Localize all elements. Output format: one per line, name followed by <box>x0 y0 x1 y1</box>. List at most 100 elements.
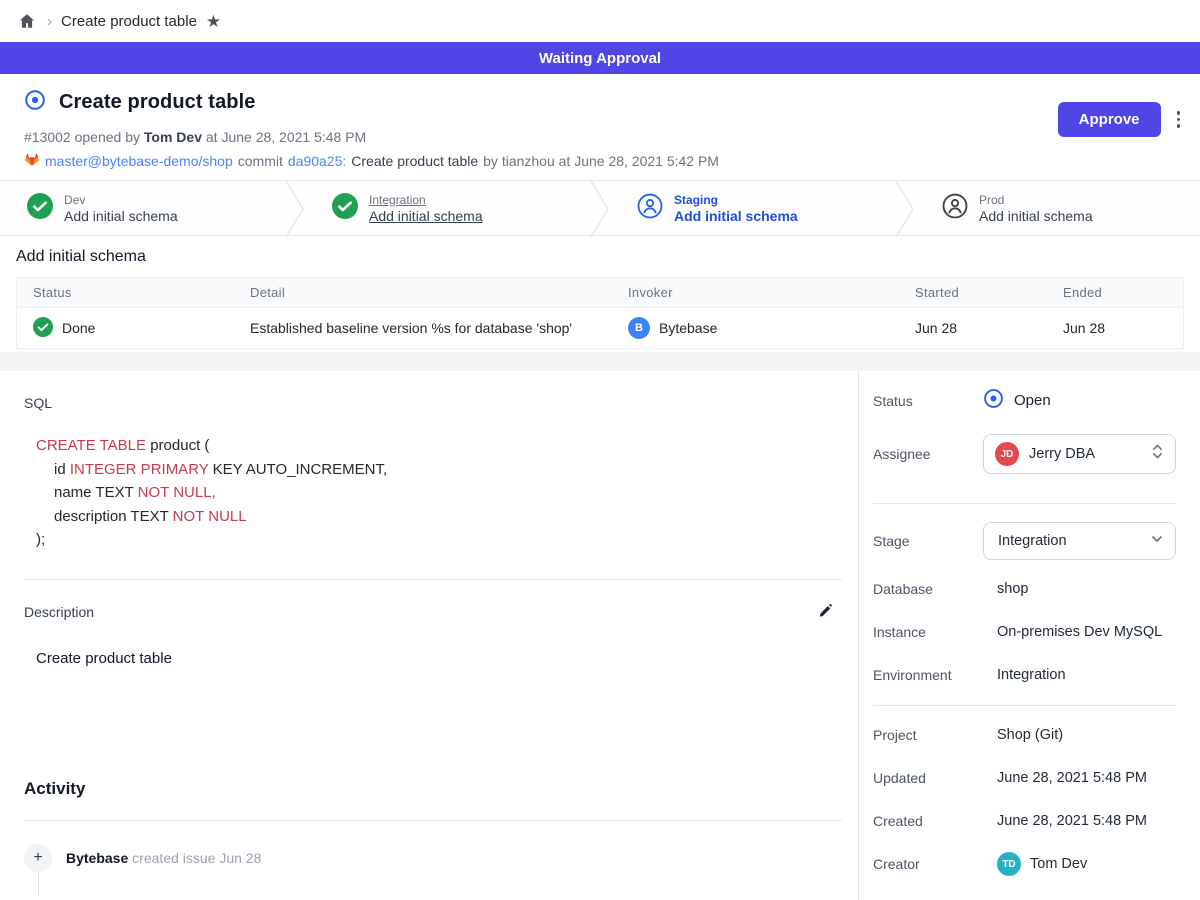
more-actions-icon[interactable] <box>1173 107 1185 132</box>
branch-link[interactable]: master@bytebase-demo/shop <box>45 153 233 169</box>
commit-message: Create product table <box>351 153 478 169</box>
breadcrumb-separator-icon: › <box>47 13 52 30</box>
sql-token: name TEXT <box>54 484 138 501</box>
col-status: Status <box>17 285 234 300</box>
avatar: TD <box>997 852 1021 876</box>
activity-item: + Bytebase created issue Jun 28 <box>24 844 842 872</box>
created-value: June 28, 2021 5:48 PM <box>983 813 1176 829</box>
commit-row: master@bytebase-demo/shop commit da90a25… <box>24 152 1184 170</box>
issue-sidebar: Status Open Assignee JD Jerry DBA Stage <box>859 371 1200 900</box>
sql-token: description TEXT <box>54 508 173 525</box>
task-invoker: Bytebase <box>659 320 717 336</box>
created-label: Created <box>873 813 983 829</box>
check-circle-icon <box>27 193 53 224</box>
sql-label: SQL <box>24 395 842 411</box>
sql-token: KEY AUTO_INCREMENT, <box>208 461 387 478</box>
stage-env-label: Staging <box>674 193 798 207</box>
updown-chevron-icon <box>1151 443 1164 465</box>
issue-author: Tom Dev <box>144 129 202 145</box>
instance-label: Instance <box>873 624 983 640</box>
pipeline: Dev Add initial schema Integration Add i… <box>0 180 1200 236</box>
commit-hash-link[interactable]: da90a25: <box>288 153 346 169</box>
task-table: Status Detail Invoker Started Ended Done… <box>16 277 1184 349</box>
description-label: Description <box>24 604 94 620</box>
description-content: Create product table <box>24 650 842 667</box>
breadcrumb: › Create product table ★ <box>0 0 1200 42</box>
sql-token: INTEGER PRIMARY <box>70 461 209 478</box>
commit-word: commit <box>238 153 283 169</box>
activity-action: created issue Jun 28 <box>132 850 261 866</box>
status-banner-text: Waiting Approval <box>539 50 661 67</box>
stage-env-label: Dev <box>64 193 178 207</box>
activity-heading: Activity <box>24 779 842 799</box>
avatar: B <box>628 317 650 339</box>
issue-open-icon <box>24 89 46 116</box>
breadcrumb-title[interactable]: Create product table <box>61 13 197 30</box>
divider <box>24 820 842 821</box>
issue-meta: #13002 opened by Tom Dev at June 28, 202… <box>24 129 1184 145</box>
divider <box>873 503 1176 504</box>
section-gap <box>0 352 1200 371</box>
commit-suffix: by tianzhou at June 28, 2021 5:42 PM <box>483 153 719 169</box>
updated-value: June 28, 2021 5:48 PM <box>983 770 1176 786</box>
stage-integration[interactable]: Integration Add initial schema <box>305 181 590 235</box>
environment-label: Environment <box>873 667 983 683</box>
task-section: Add initial schema Status Detail Invoker… <box>0 236 1200 352</box>
assignee-label: Assignee <box>873 446 983 462</box>
task-status: Done <box>62 320 95 336</box>
updated-label: Updated <box>873 770 983 786</box>
stage-task-label: Add initial schema <box>674 208 798 224</box>
check-circle-icon <box>33 317 53 340</box>
sql-token: product ( <box>146 437 209 454</box>
stage-dev[interactable]: Dev Add initial schema <box>0 181 285 235</box>
sql-code: CREATE TABLE product ( id INTEGER PRIMAR… <box>24 434 842 552</box>
chevron-down-icon <box>1150 532 1164 551</box>
stage-env-label[interactable]: Integration <box>369 193 483 207</box>
issue-open-icon <box>983 388 1004 413</box>
stage-task-label[interactable]: Add initial schema <box>369 208 483 224</box>
project-label: Project <box>873 727 983 743</box>
col-ended: Ended <box>1047 285 1183 300</box>
stage-label: Stage <box>873 533 983 549</box>
col-started: Started <box>899 285 1047 300</box>
person-circle-icon <box>942 193 968 224</box>
divider <box>873 705 1176 706</box>
database-value: shop <box>983 581 1176 597</box>
status-label: Status <box>873 393 983 409</box>
status-banner: Waiting Approval <box>0 42 1200 74</box>
stage-prod[interactable]: Prod Add initial schema <box>915 181 1200 235</box>
page-title: Create product table <box>59 91 255 114</box>
stage-separator-icon <box>590 181 610 235</box>
instance-value: On-premises Dev MySQL <box>983 624 1176 640</box>
task-heading: Add initial schema <box>16 248 1184 266</box>
avatar: JD <box>995 442 1019 466</box>
status-value: Open <box>1014 392 1051 409</box>
approve-button[interactable]: Approve <box>1058 102 1161 137</box>
home-icon[interactable] <box>16 10 38 32</box>
task-table-header: Status Detail Invoker Started Ended <box>17 278 1183 307</box>
sql-token: CREATE TABLE <box>36 437 146 454</box>
creator-value: Tom Dev <box>1030 856 1087 872</box>
edit-pencil-icon[interactable] <box>815 602 836 623</box>
environment-value: Integration <box>983 667 1176 683</box>
stage-separator-icon <box>285 181 305 235</box>
sql-token: ); <box>36 531 45 548</box>
star-icon[interactable]: ★ <box>206 13 221 30</box>
col-detail: Detail <box>234 285 612 300</box>
issue-detail-pane: SQL CREATE TABLE product ( id INTEGER PR… <box>0 371 859 900</box>
task-detail: Established baseline version %s for data… <box>234 320 612 336</box>
issue-header: Create product table #13002 opened by To… <box>0 74 1200 180</box>
task-started: Jun 28 <box>899 320 1047 336</box>
stage-separator-icon <box>895 181 915 235</box>
assignee-value: Jerry DBA <box>1029 446 1141 462</box>
gitlab-icon <box>24 152 40 170</box>
divider <box>24 579 842 580</box>
assignee-select[interactable]: JD Jerry DBA <box>983 434 1176 474</box>
stage-task-label: Add initial schema <box>64 208 178 224</box>
stage-select[interactable]: Integration <box>983 522 1176 560</box>
issue-meta-suffix: at June 28, 2021 5:48 PM <box>206 129 366 145</box>
stage-env-label: Prod <box>979 193 1093 207</box>
sql-token: id <box>54 461 70 478</box>
activity-actor: Bytebase <box>66 850 128 866</box>
stage-staging[interactable]: Staging Add initial schema <box>610 181 895 235</box>
